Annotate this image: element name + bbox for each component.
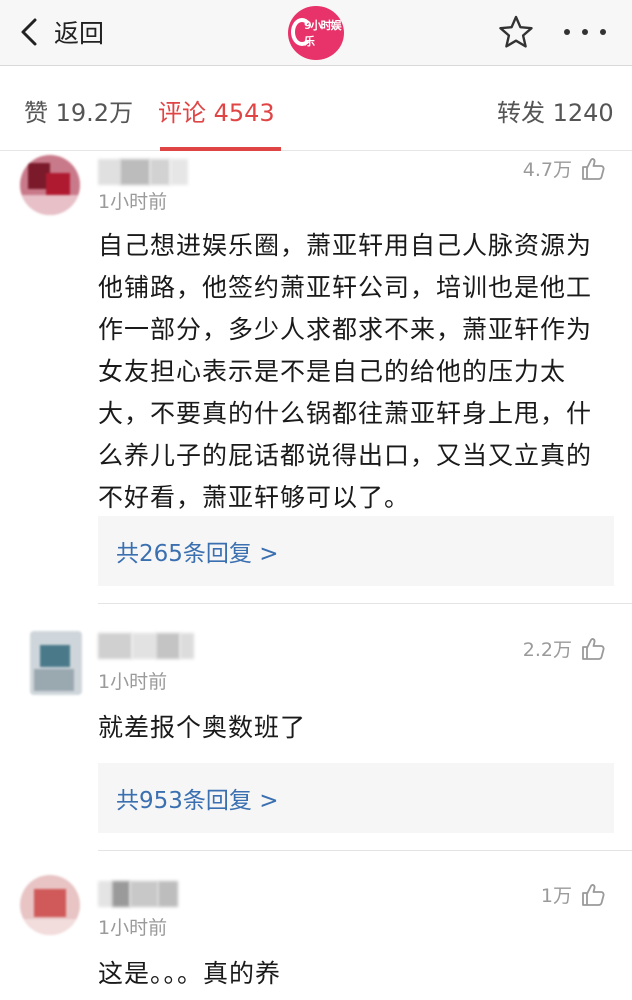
comment-item: 1小时前 2.2万 就差报个奥数班了 共953条回复 > bbox=[0, 621, 632, 851]
thumbs-up-icon bbox=[582, 883, 605, 906]
comment-text: 这是。。。真的养 bbox=[98, 959, 282, 988]
tab-shares[interactable]: 转发 1240 bbox=[497, 93, 614, 128]
username-blurred[interactable] bbox=[98, 159, 188, 185]
comment-time: 1小时前 bbox=[98, 671, 168, 693]
like-count: 4.7万 bbox=[522, 159, 572, 181]
username-blurred[interactable] bbox=[98, 881, 178, 907]
like-button[interactable]: 1万 bbox=[541, 881, 606, 908]
logo-text: 9小时娱乐 bbox=[304, 19, 342, 48]
like-button[interactable]: 2.2万 bbox=[523, 635, 606, 662]
more-options-icon[interactable] bbox=[560, 14, 610, 50]
comment-time: 1小时前 bbox=[98, 191, 168, 213]
back-button[interactable]: 返回 bbox=[18, 10, 104, 54]
view-replies-link[interactable]: 共265条回复 > bbox=[98, 516, 614, 586]
view-replies-link[interactable]: 共953条回复 > bbox=[98, 763, 614, 833]
thumbs-up-icon bbox=[582, 157, 605, 180]
tab-likes[interactable]: 赞 19.2万 bbox=[24, 93, 133, 128]
username-blurred[interactable] bbox=[98, 633, 194, 659]
chevron-left-icon bbox=[21, 18, 37, 46]
avatar[interactable] bbox=[30, 631, 82, 695]
thumbs-up-icon bbox=[582, 637, 605, 660]
star-icon[interactable] bbox=[498, 14, 534, 50]
comment-item: 1小时前 1万 这是。。。真的养 bbox=[0, 851, 632, 1000]
app-logo: 9小时娱乐 bbox=[288, 6, 344, 60]
like-count: 2.2万 bbox=[522, 639, 572, 661]
tab-comments[interactable]: 评论 4543 bbox=[158, 93, 275, 128]
nav-bar: 返回 9小时娱乐 bbox=[0, 0, 632, 66]
comment-text: 就差报个奥数班了 bbox=[98, 713, 307, 742]
divider bbox=[98, 603, 632, 604]
tab-bar: 赞 19.2万 评论 4543 转发 1240 bbox=[0, 67, 632, 151]
like-button[interactable]: 4.7万 bbox=[523, 155, 606, 182]
avatar[interactable] bbox=[20, 155, 80, 215]
comment-time: 1小时前 bbox=[98, 917, 168, 939]
avatar[interactable] bbox=[20, 875, 80, 935]
like-count: 1万 bbox=[540, 885, 572, 907]
comment-text: 自己想进娱乐圈，萧亚轩用自己人脉资源为他铺路，他签约萧亚轩公司，培训也是他工作一… bbox=[98, 231, 593, 512]
comment-item: 1小时前 4.7万 自己想进娱乐圈，萧亚轩用自己人脉资源为他铺路，他签约萧亚轩公… bbox=[0, 151, 632, 621]
back-label: 返回 bbox=[54, 19, 105, 48]
